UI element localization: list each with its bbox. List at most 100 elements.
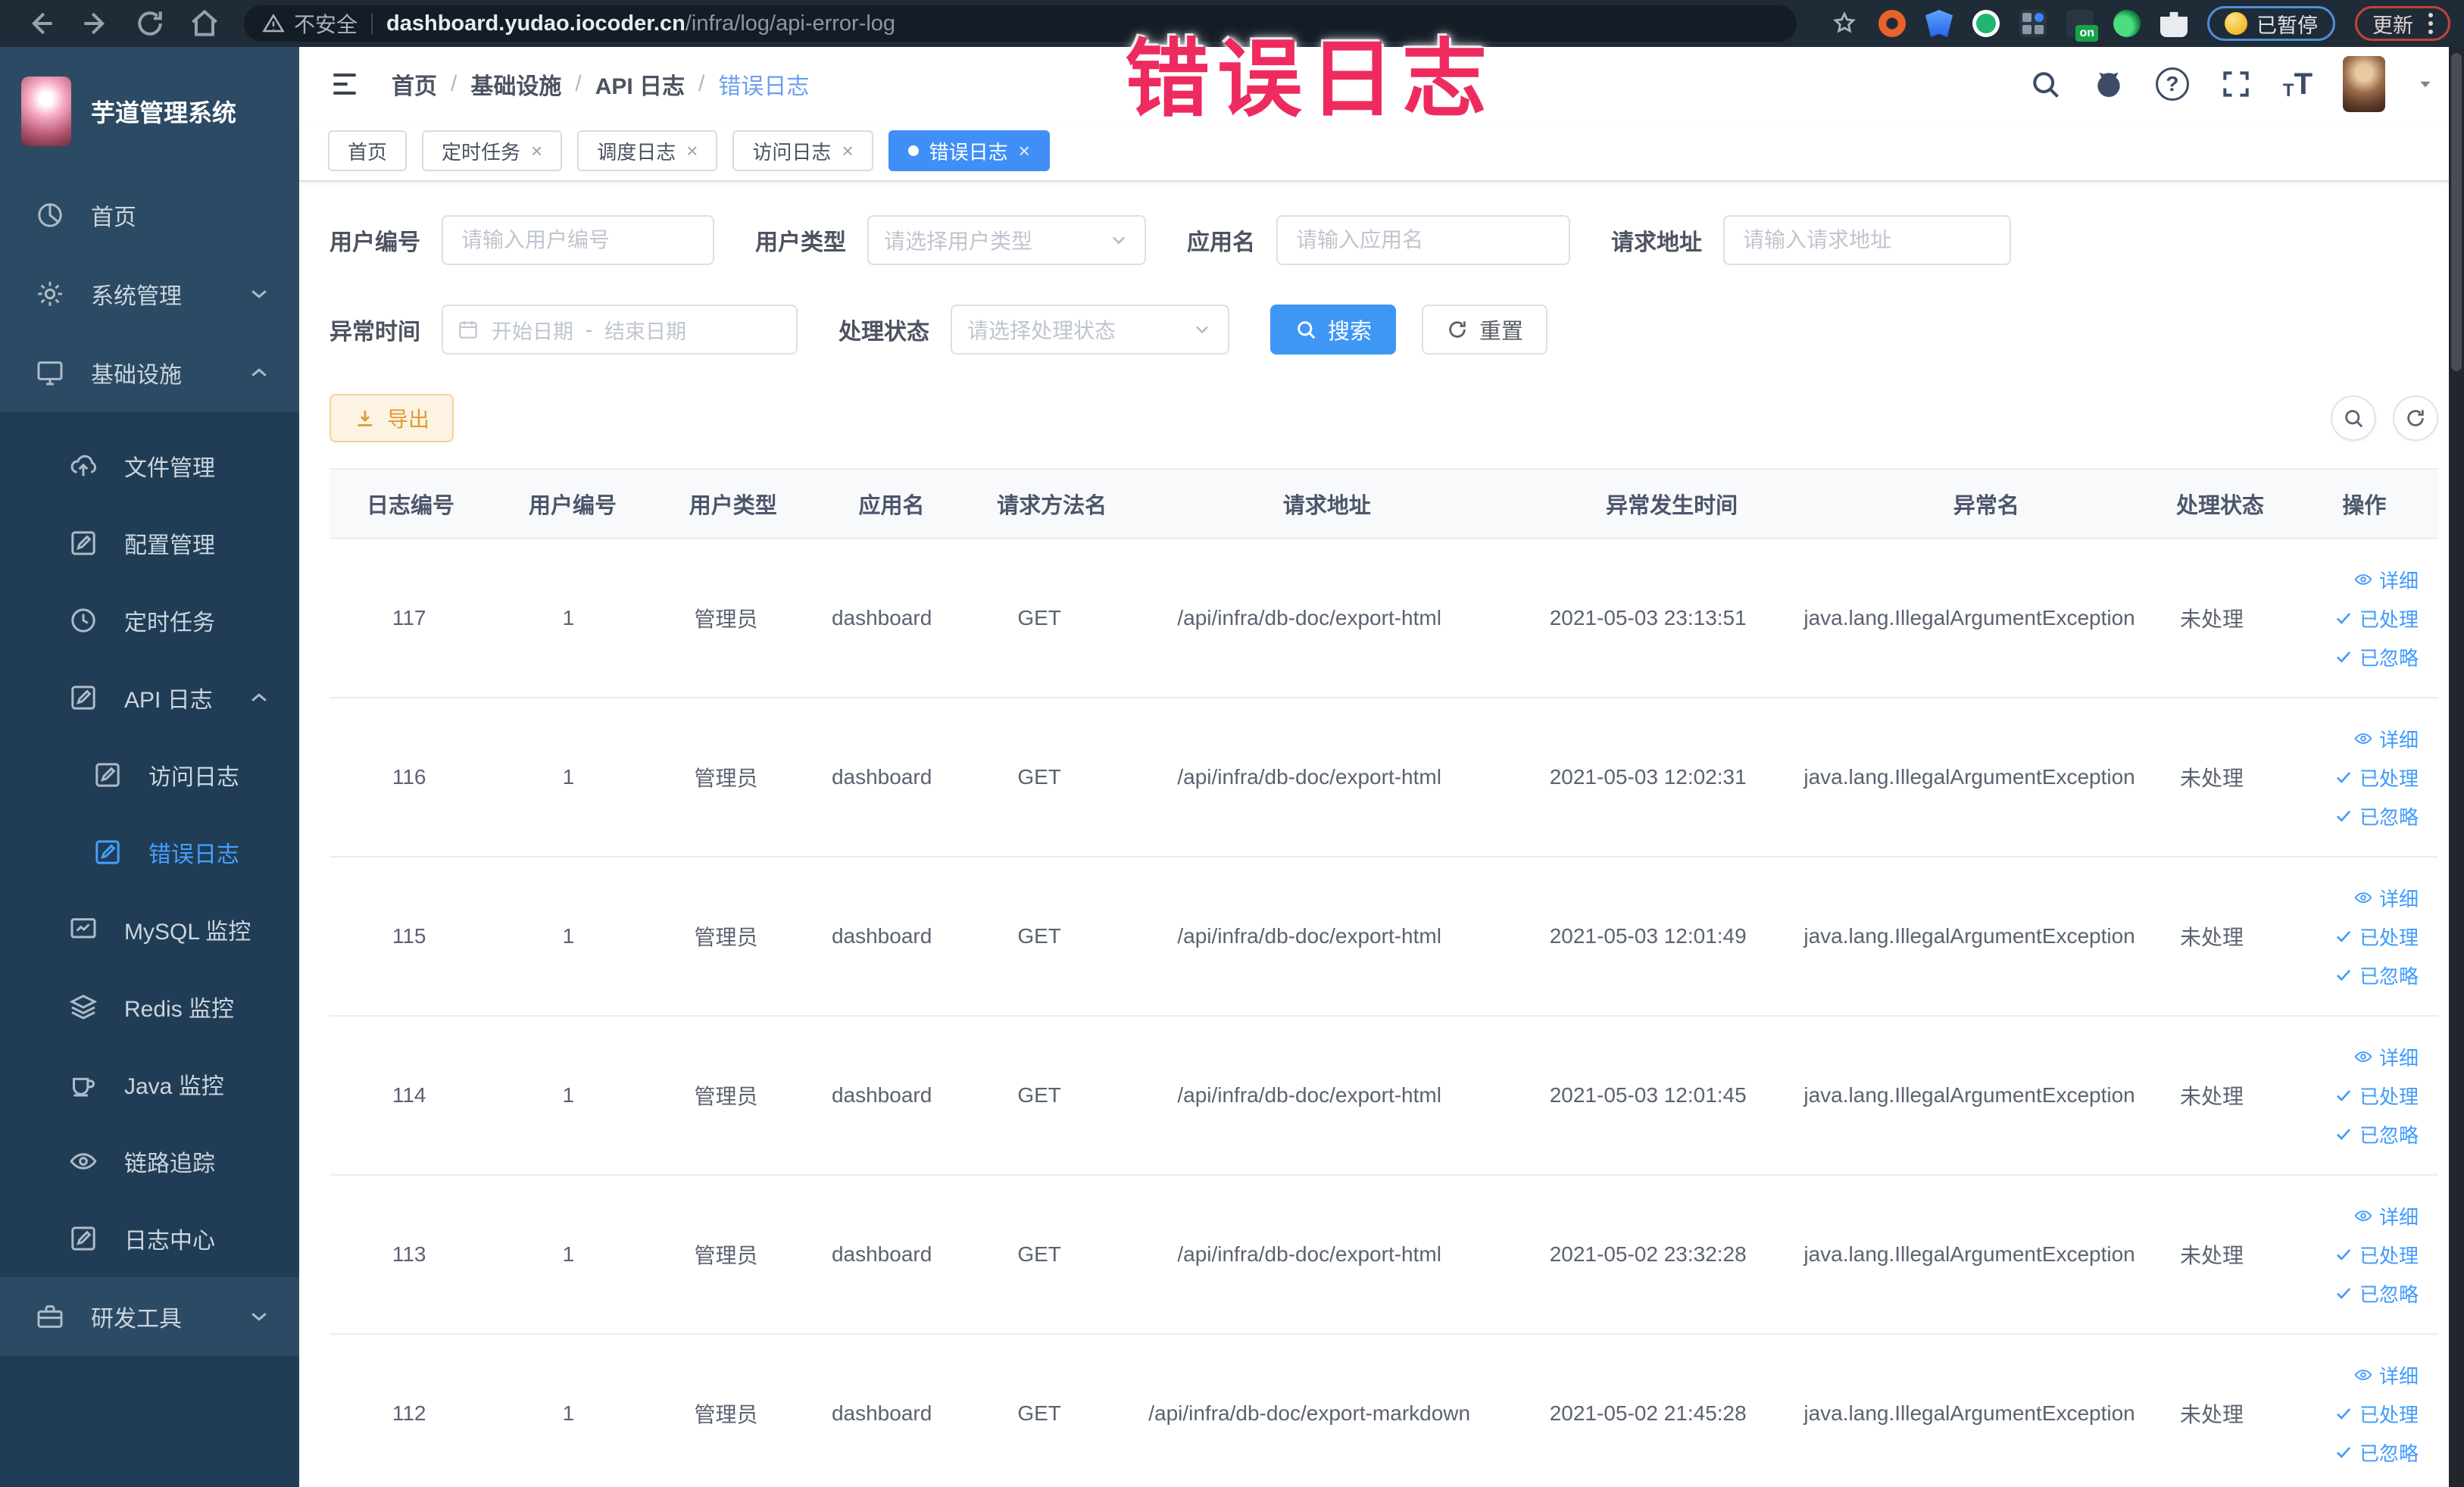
- sidebar-item-mysql-monitor[interactable]: MySQL 监控: [0, 891, 299, 968]
- sidebar: 芋道管理系统 首页 系统管理 基础设施 文件管理 配置管理 定时任务 API 日…: [0, 47, 299, 1487]
- end-date-placeholder: 结束日期: [604, 320, 686, 343]
- tab-error-log[interactable]: 错误日志 ×: [888, 130, 1050, 171]
- caret-down-icon[interactable]: [2416, 74, 2435, 94]
- row-action-ignored[interactable]: 已忽略: [2334, 1439, 2419, 1467]
- exception-time-range-picker[interactable]: 开始日期 - 结束日期: [442, 305, 798, 355]
- sidebar-item-trace[interactable]: 链路追踪: [0, 1123, 299, 1200]
- row-action-detail[interactable]: 详细: [2353, 725, 2419, 753]
- on-badge-extension-icon[interactable]: on: [2066, 10, 2098, 42]
- row-action-detail[interactable]: 详细: [2353, 1202, 2419, 1230]
- search-button[interactable]: 搜索: [1270, 305, 1397, 355]
- sidebar-item-redis-monitor[interactable]: Redis 监控: [0, 968, 299, 1045]
- table-cell: 未处理: [2179, 1244, 2244, 1267]
- row-action-detail[interactable]: 详细: [2353, 1361, 2419, 1389]
- refresh-table-button[interactable]: [2393, 395, 2438, 441]
- row-action-ignored[interactable]: 已忽略: [2334, 1279, 2419, 1307]
- table-cell: /api/infra/db-doc/export-html: [1177, 606, 1441, 629]
- fullscreen-icon[interactable]: [2219, 67, 2253, 101]
- github-icon[interactable]: [2092, 67, 2125, 101]
- process-status-label: 处理状态: [839, 320, 929, 345]
- request-url-input[interactable]: [1723, 215, 2011, 265]
- app-logo[interactable]: 芋道管理系统: [0, 47, 299, 176]
- row-action-ignored[interactable]: 已忽略: [2334, 961, 2419, 989]
- scrollbar-thumb[interactable]: [2451, 53, 2462, 371]
- sidebar-item-infrastructure[interactable]: 基础设施: [0, 333, 299, 412]
- row-actions: 详细已处理已忽略: [2281, 1176, 2438, 1333]
- tab-home[interactable]: 首页: [328, 130, 408, 171]
- close-icon[interactable]: ×: [686, 141, 698, 161]
- bookmark-star-icon[interactable]: [1830, 9, 1859, 38]
- close-icon[interactable]: ×: [531, 141, 542, 161]
- browser-update-button[interactable]: 更新: [2355, 6, 2450, 41]
- process-status-select[interactable]: 请选择处理状态: [951, 305, 1229, 355]
- row-action-processed[interactable]: 已处理: [2334, 1082, 2419, 1110]
- row-action-detail[interactable]: 详细: [2353, 1043, 2419, 1071]
- row-action-processed[interactable]: 已处理: [2334, 604, 2419, 633]
- tab-schedule-log[interactable]: 调度日志 ×: [577, 130, 718, 171]
- row-action-ignored[interactable]: 已忽略: [2334, 643, 2419, 671]
- font-size-icon[interactable]: TT: [2283, 67, 2313, 102]
- sidebar-item-error-log[interactable]: 错误日志: [0, 814, 299, 891]
- help-icon[interactable]: ?: [2155, 67, 2189, 101]
- row-action-detail[interactable]: 详细: [2353, 884, 2419, 912]
- download-icon: [358, 411, 373, 426]
- paused-extension-pill[interactable]: 已暂停: [2207, 6, 2335, 41]
- exception-time-label: 异常时间: [329, 320, 420, 345]
- back-icon[interactable]: [24, 7, 58, 40]
- browser-scrollbar[interactable]: [2449, 47, 2464, 1487]
- shield-extension-icon[interactable]: [1925, 10, 1953, 37]
- row-action-ignored[interactable]: 已忽略: [2334, 1120, 2419, 1148]
- export-button[interactable]: 导出: [329, 394, 454, 442]
- sidebar-item-java-monitor[interactable]: Java 监控: [0, 1045, 299, 1123]
- sidebar-item-log-center[interactable]: 日志中心: [0, 1200, 299, 1277]
- close-icon[interactable]: ×: [1019, 141, 1030, 161]
- sidebar-item-api-log[interactable]: API 日志: [0, 659, 299, 736]
- sidebar-toggle-icon[interactable]: [328, 67, 361, 101]
- active-dot-icon: [907, 145, 919, 156]
- sidebar-item-scheduled-tasks[interactable]: 定时任务: [0, 582, 299, 659]
- table-cell: GET: [1017, 606, 1061, 629]
- row-action-processed[interactable]: 已处理: [2334, 923, 2419, 951]
- sidebar-item-home[interactable]: 首页: [0, 176, 299, 255]
- breadcrumb: 首页 / 基础设施 / API 日志 / 错误日志: [392, 67, 809, 101]
- avatar[interactable]: [2343, 56, 2385, 112]
- forward-icon[interactable]: [79, 7, 112, 40]
- breadcrumb-item[interactable]: API 日志: [595, 67, 685, 101]
- reset-button[interactable]: 重置: [1422, 305, 1548, 355]
- sidebar-item-file-mgmt[interactable]: 文件管理: [0, 427, 299, 505]
- column-header: 日志编号: [367, 494, 455, 518]
- green-extension-icon[interactable]: [1972, 10, 2000, 37]
- user-id-input[interactable]: [442, 215, 714, 265]
- table-cell: 113: [392, 1242, 426, 1266]
- home-icon[interactable]: [188, 7, 221, 40]
- tab-scheduled-tasks[interactable]: 定时任务 ×: [422, 130, 563, 171]
- breadcrumb-item[interactable]: 首页: [392, 67, 437, 101]
- user-type-select[interactable]: 请选择用户类型: [867, 215, 1146, 265]
- search-icon[interactable]: [2028, 67, 2062, 101]
- sidebar-item-config-mgmt[interactable]: 配置管理: [0, 505, 299, 582]
- address-bar[interactable]: 不安全 dashboard.yudao.iocoder.cn/infra/log…: [244, 5, 1797, 42]
- extensions-puzzle-icon[interactable]: [2160, 11, 2188, 37]
- row-action-processed[interactable]: 已处理: [2334, 1400, 2419, 1428]
- sidebar-item-access-log[interactable]: 访问日志: [0, 736, 299, 814]
- column-header: 请求方法名: [997, 494, 1107, 518]
- breadcrumb-item[interactable]: 基础设施: [470, 67, 561, 101]
- kebab-menu-icon[interactable]: [2428, 13, 2433, 34]
- sprout-extension-icon[interactable]: [2113, 10, 2141, 37]
- extension-icon[interactable]: [1878, 10, 1906, 37]
- sidebar-item-system-mgmt[interactable]: 系统管理: [0, 255, 299, 333]
- table-cell: dashboard: [831, 606, 932, 629]
- row-action-detail[interactable]: 详细: [2353, 566, 2419, 594]
- grid-extension-icon[interactable]: [2019, 10, 2047, 37]
- row-action-ignored[interactable]: 已忽略: [2334, 802, 2419, 830]
- row-action-processed[interactable]: 已处理: [2334, 764, 2419, 792]
- refresh-icon[interactable]: [133, 7, 167, 40]
- tab-access-log[interactable]: 访问日志 ×: [732, 130, 873, 171]
- warning-icon: [262, 13, 285, 33]
- table-cell: 管理员: [694, 1244, 758, 1267]
- sidebar-item-dev-tools[interactable]: 研发工具: [0, 1277, 299, 1356]
- toggle-search-button[interactable]: [2331, 395, 2376, 441]
- close-icon[interactable]: ×: [842, 141, 853, 161]
- app-name-input[interactable]: [1276, 215, 1570, 265]
- row-action-processed[interactable]: 已处理: [2334, 1241, 2419, 1269]
